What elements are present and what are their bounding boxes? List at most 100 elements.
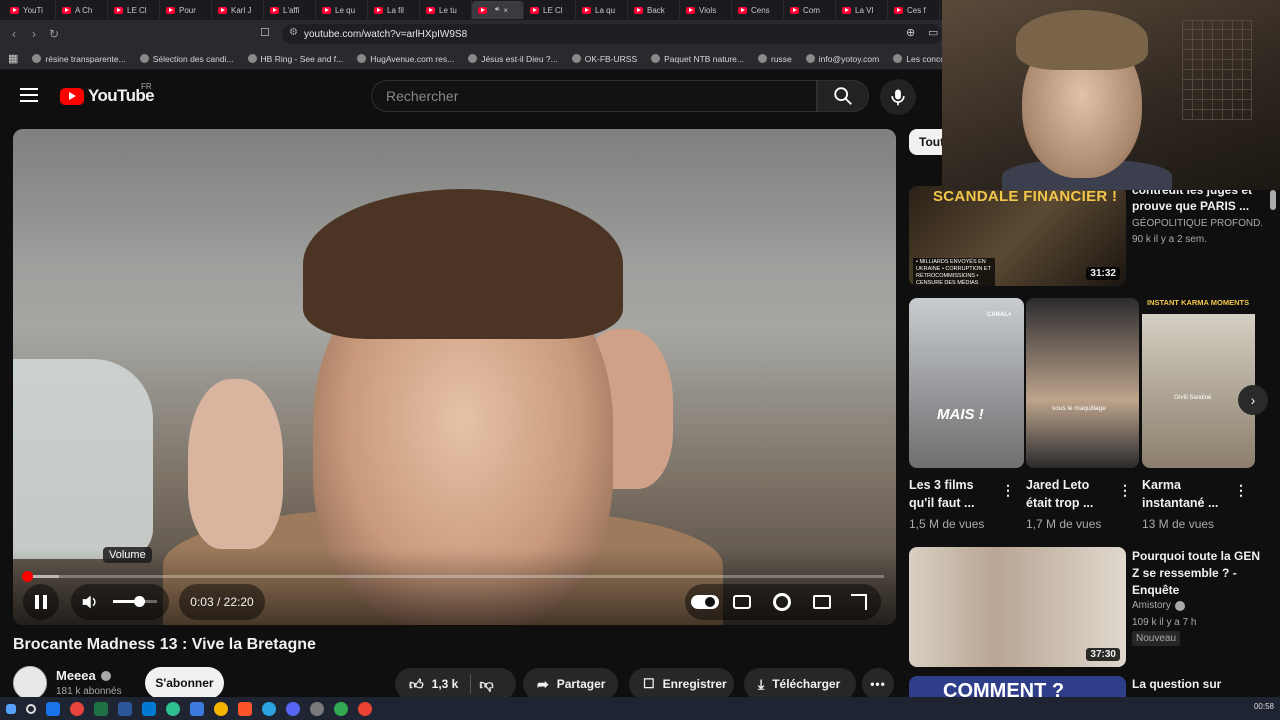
menu-icon[interactable] [20,88,38,102]
mail-icon[interactable] [142,701,156,716]
files-icon[interactable] [190,701,204,716]
edge-icon[interactable] [166,701,180,716]
webcam-background-grid [1182,20,1252,120]
browser-tab[interactable]: LE Cl [524,1,576,19]
video-title-link[interactable]: La question sur [1132,676,1262,692]
outlook-icon[interactable] [46,701,60,716]
brave-icon[interactable] [238,701,252,716]
windows-start-icon[interactable] [6,703,16,714]
excel-icon[interactable] [94,701,108,716]
screen-icon[interactable]: ▭ [928,26,938,39]
pause-button[interactable] [23,584,59,620]
settings-gear-icon[interactable] [773,593,791,611]
bookmark-item[interactable]: info@yotoy.com [805,54,879,64]
voice-search-button[interactable] [880,79,916,115]
short-title[interactable]: Les 3 films qu'il faut ... [909,476,993,512]
video-title-link[interactable]: Pourquoi toute la GEN Z se ressemble ? -… [1132,548,1262,599]
short-title[interactable]: Karma instantané ... [1142,476,1226,512]
browser-tab[interactable]: Com [784,1,836,19]
chrome-icon[interactable] [358,701,372,716]
save-button[interactable]: ☐ Enregistrer [629,668,734,700]
browser-tab[interactable]: Ces f [888,1,940,19]
dislike-button[interactable]: 👎︎ [479,676,493,693]
search-input[interactable]: Rechercher [371,80,817,112]
subscribe-button[interactable]: S'abonner [145,667,224,699]
sidebar-scrollbar[interactable] [1270,190,1276,210]
site-info-icon[interactable]: ⚙ [289,27,298,38]
more-vertical-icon[interactable]: ⋮ [1001,482,1015,499]
word-icon[interactable] [118,701,132,716]
more-actions-button[interactable]: ••• [862,668,894,700]
volume-icon[interactable] [81,594,99,610]
video-thumbnail[interactable]: SCANDALE FINANCIER ! • MILLIARDS ENVOYÉS… [909,186,1126,286]
speaker-icon[interactable]: 🔊︎ [495,6,499,14]
short-thumbnail[interactable]: INSTANT KARMA MOMENTS Orvill Sandiné [1142,298,1255,468]
fullscreen-icon[interactable] [851,594,867,610]
forward-icon[interactable]: › [24,27,44,41]
chevron-right-icon[interactable]: › [1238,385,1268,415]
browser-tab[interactable]: Cens [732,1,784,19]
short-thumbnail[interactable]: sous le maquillage [1026,298,1139,468]
browser-tab[interactable]: La qu [576,1,628,19]
search-button[interactable] [817,80,869,112]
like-button[interactable]: 👍︎ 1,3 k [409,676,458,693]
short-thumbnail[interactable]: CANAL+ MAIS ! [909,298,1024,468]
channel-avatar[interactable] [13,666,47,700]
bookmark-item[interactable]: Sélection des candi... [139,54,234,64]
volume-control[interactable] [71,584,169,620]
download-button[interactable]: ⤓ Télécharger [744,668,856,700]
short-title[interactable]: Jared Leto était trop ... [1026,476,1110,512]
discord-icon[interactable] [286,701,300,716]
youtube-logo[interactable]: YouTube [60,86,155,106]
bookmark-item[interactable]: Paquet NTB nature... [651,54,744,64]
address-bar[interactable]: ⚙ youtube.com/watch?v=arlHXpIW9S8 [282,24,942,44]
channel-name[interactable]: Amistory [1132,598,1185,613]
autoplay-toggle[interactable] [691,595,719,609]
browser-tab[interactable]: 🔊︎ × [472,1,524,19]
channel-name[interactable]: Meeea [56,668,111,683]
bookmark-item[interactable]: OK-FB-URSS [571,54,637,64]
share-button[interactable]: ➦ Partager [523,668,618,700]
video-thumbnail[interactable]: 37:30 [909,547,1126,667]
chrome-icon[interactable] [214,701,228,716]
browser-tab[interactable]: Viols [680,1,732,19]
chrome-icon[interactable] [334,701,348,716]
browser-tab[interactable]: Le tu [420,1,472,19]
filter-chip-all[interactable]: Tout [909,129,945,155]
bookmark-item[interactable]: HB Ring - See and f... [247,54,343,64]
video-player[interactable]: Volume 0:03 / 22:20 [13,129,896,625]
browser-tab[interactable]: L'affi [264,1,316,19]
bookmark-icon[interactable]: ☐ [260,26,270,39]
bookmark-item[interactable]: HugAvenue.com res... [357,54,454,64]
search-icon[interactable] [26,703,36,714]
browser-tab[interactable]: La fil [368,1,420,19]
bookmark-item[interactable]: russe [758,54,792,64]
progress-bar[interactable] [21,571,884,582]
browser-tab[interactable]: YouTi [4,1,56,19]
browser-tab[interactable]: Back [628,1,680,19]
subtitles-icon[interactable] [733,595,751,609]
browser-tab[interactable]: LE Cl [108,1,160,19]
bookmark-item[interactable]: Jésus est-il Dieu ?... [468,54,558,64]
browser-tab[interactable]: La VI [836,1,888,19]
more-vertical-icon[interactable]: ⋮ [1118,482,1132,499]
browser-tab[interactable]: Le qu [316,1,368,19]
zoom-icon[interactable]: ⊕ [906,26,915,39]
more-vertical-icon[interactable]: ⋮ [1234,482,1248,499]
progress-scrubber[interactable] [21,571,33,582]
telegram-icon[interactable] [262,701,276,716]
browser-tab[interactable]: Pour [160,1,212,19]
back-icon[interactable]: ‹ [4,27,24,41]
browser-tab[interactable]: Karl J [212,1,264,19]
browser-tab[interactable]: A Ch [56,1,108,19]
apps-icon[interactable]: ▦ [8,52,18,65]
bookmark-item[interactable]: résine transparente... [32,54,126,64]
close-icon[interactable]: × [503,6,508,15]
reload-icon[interactable]: ↻ [44,27,64,41]
channel-name[interactable]: GÉOPOLITIQUE PROFOND... [1132,216,1262,231]
volume-slider[interactable] [113,596,157,607]
app-icon[interactable] [310,701,324,716]
chrome-icon[interactable] [70,701,84,716]
volume-slider-handle[interactable] [134,596,146,607]
theater-mode-icon[interactable] [813,595,831,609]
